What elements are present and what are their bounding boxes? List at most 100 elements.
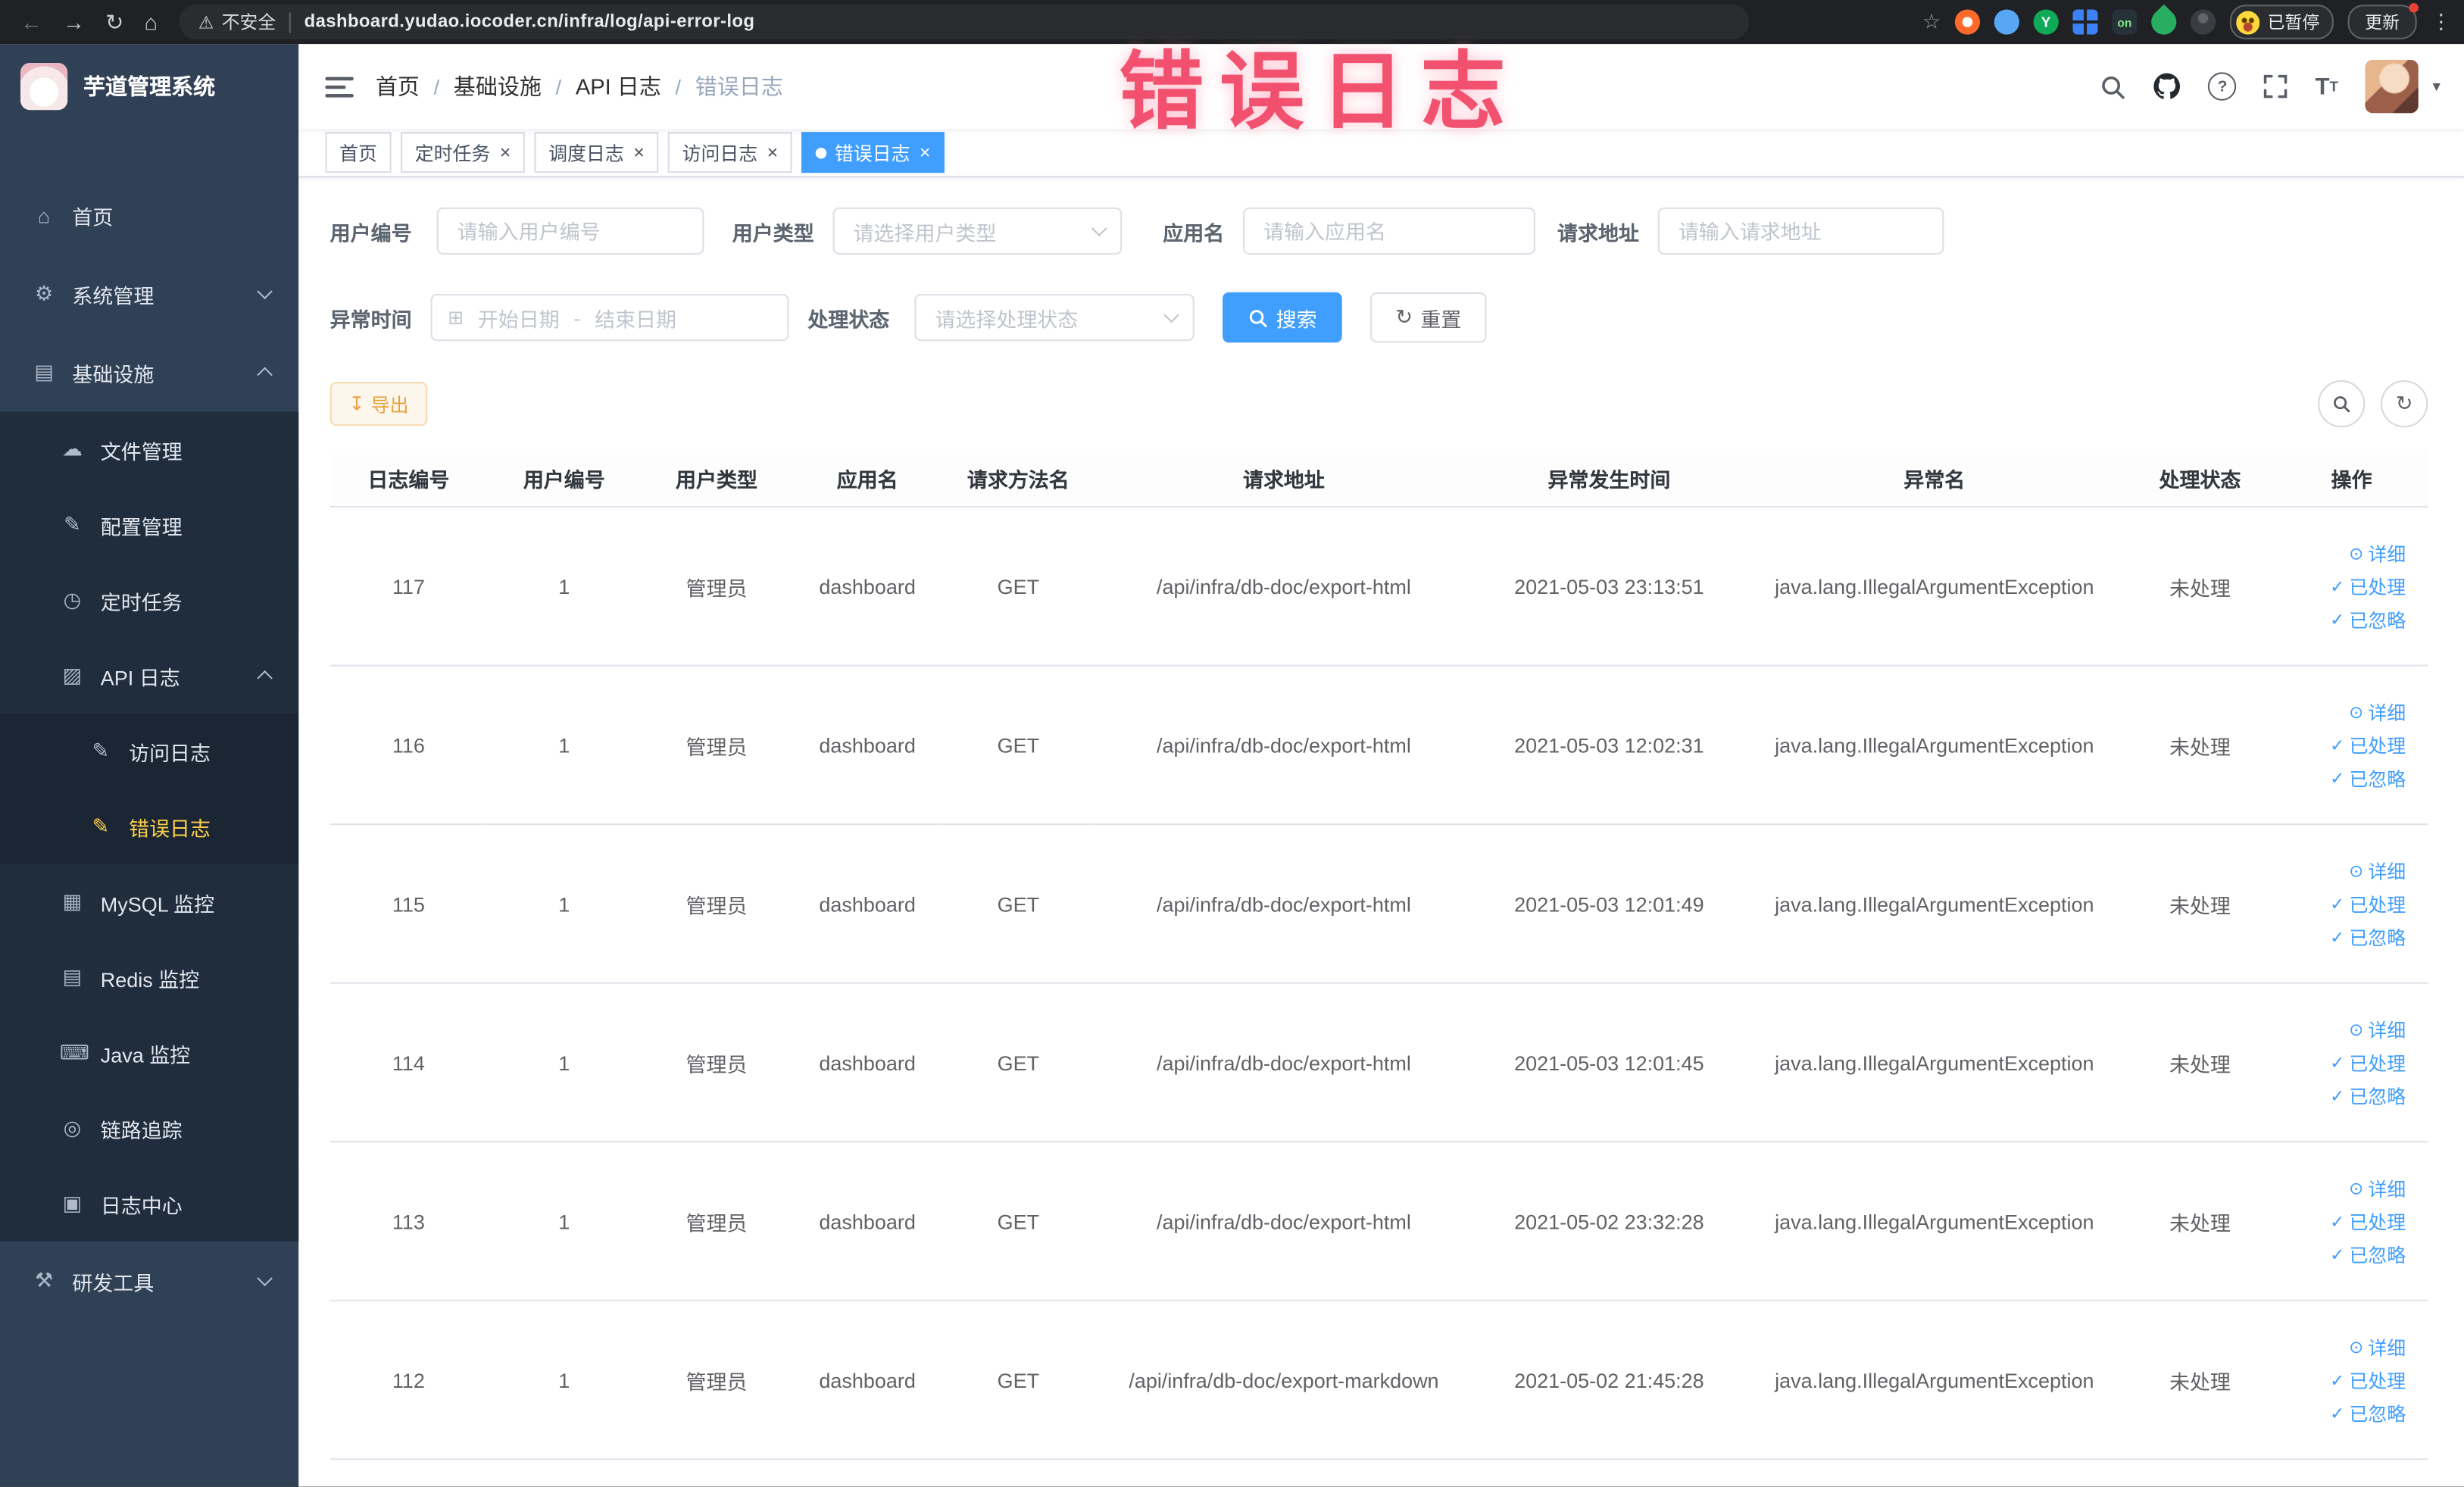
extension-orange-icon[interactable] [1954,9,1981,35]
mark-processed-link[interactable]: ✓ 已处理 [2330,1049,2406,1076]
github-icon[interactable] [2153,72,2181,100]
mark-processed-link[interactable]: ✓ 已处理 [2330,890,2406,917]
sidebar-item-system-management[interactable]: ⚙ 系统管理 [0,255,298,333]
mark-ignored-link[interactable]: ✓ 已忽略 [2330,923,2406,950]
detail-link[interactable]: ⊙ 详细 [2349,540,2406,567]
browser-reload-icon[interactable]: ↻ [105,0,123,44]
browser-forward-icon[interactable]: → [63,0,85,44]
col-app-name: 应用名 [792,449,943,508]
exception-time-range-picker[interactable]: ⊞ 开始日期 - 结束日期 [430,293,789,342]
sidebar-item-redis-monitor[interactable]: ▤ Redis 监控 [0,939,299,1016]
search-icon[interactable] [2100,73,2126,99]
detail-link[interactable]: ⊙ 详细 [2349,1175,2406,1201]
extension-y-icon[interactable]: Y [2033,9,2059,35]
reset-button[interactable]: ↻ 重置 [1370,292,1487,343]
browser-home-icon[interactable]: ⌂ [144,0,158,44]
breadcrumb-infrastructure[interactable]: 基础设施 [454,70,542,102]
error-log-table: 日志编号 用户编号 用户类型 应用名 请求方法名 请求地址 异常发生时间 异常名… [329,449,2428,1460]
close-icon[interactable]: × [920,143,931,162]
breadcrumb-home[interactable]: 首页 [376,70,420,102]
mark-processed-link[interactable]: ✓ 已处理 [2330,1207,2406,1234]
cell-url: /api/infra/db-doc/export-html [1093,982,1474,1143]
sidebar-item-dev-tools[interactable]: ⚒ 研发工具 [0,1242,298,1320]
cell-user-type: 管理员 [641,1142,792,1301]
tab-scheduler-log[interactable]: 调度日志 × [534,132,659,173]
browser-update-button[interactable]: 更新 [2347,3,2419,39]
mark-processed-link[interactable]: ✓ 已处理 [2330,1367,2406,1393]
sidebar-item-config-management[interactable]: ✎ 配置管理 [0,487,299,563]
tab-access-log[interactable]: 访问日志 × [667,132,792,173]
cell-url: /api/infra/db-doc/export-markdown [1093,1300,1474,1460]
sidebar-item-access-log[interactable]: ✎ 访问日志 [0,713,299,789]
browser-menu-icon[interactable]: ⋮ [2431,9,2451,34]
process-status-select[interactable]: 请选择处理状态 [914,293,1195,342]
close-icon[interactable]: × [767,143,779,162]
sidebar-item-log-center[interactable]: ▣ 日志中心 [0,1166,299,1242]
sidebar-item-label: API 日志 [100,665,180,689]
close-icon[interactable]: × [633,143,645,162]
search-button[interactable]: 搜索 [1223,292,1342,343]
bookmark-star-icon[interactable]: ☆ [1922,9,1941,34]
user-type-select[interactable]: 请选择用户类型 [832,207,1123,255]
sidebar-item-label: MySQL 监控 [100,892,215,916]
font-size-icon[interactable]: TT [2316,75,2338,98]
sidebar-item-scheduled-tasks[interactable]: ◷ 定时任务 [0,562,299,639]
breadcrumb-api-logs[interactable]: API 日志 [576,70,661,102]
check-icon: ✓ [2330,895,2345,914]
help-icon[interactable]: ? [2208,72,2237,101]
sidebar-item-file-management[interactable]: ☁ 文件管理 [0,411,299,488]
app-name-label: 应用名 [1163,220,1225,245]
security-label[interactable]: 不安全 [222,9,276,34]
app-name-input[interactable] [1243,207,1535,255]
sidebar-item-java-monitor[interactable]: ⌨ Java 监控 [0,1015,299,1091]
reset-icon: ↻ [1395,305,1413,329]
request-url-input[interactable] [1657,207,1944,255]
detail-link[interactable]: ⊙ 详细 [2349,858,2406,884]
sidebar-item-link-tracing[interactable]: ◎ 链路追踪 [0,1090,299,1167]
mark-ignored-link[interactable]: ✓ 已忽略 [2330,1399,2406,1426]
export-button[interactable]: ↧ 导出 [329,382,428,426]
download-icon: ↧ [348,392,365,415]
sidebar-toggle-icon[interactable] [325,75,354,98]
toggle-search-button[interactable] [2318,380,2366,428]
mark-processed-link[interactable]: ✓ 已处理 [2330,573,2406,599]
cell-status: 未处理 [2124,1300,2276,1460]
browser-back-icon[interactable]: ← [20,0,42,44]
sidebar-item-error-log[interactable]: ✎ 错误日志 [0,789,299,865]
cell-app: dashboard [792,982,943,1143]
sidebar: 芋道管理系统 ⌂ 首页 ⚙ 系统管理 ▤ 基础设施 ☁ 文件管理 ✎ 配置管理 … [0,44,299,1487]
address-bar[interactable]: ⚠ 不安全 dashboard.yudao.iocoder.cn/infra/l… [179,5,1750,39]
profile-paused-badge[interactable]: 已暂停 [2229,5,2334,39]
sidebar-item-home[interactable]: ⌂ 首页 [0,176,298,255]
tools-icon: ⚒ [34,1268,54,1292]
cell-log-id: 112 [329,1300,488,1460]
tab-error-log[interactable]: 错误日志 × [801,132,945,173]
sidebar-item-mysql-monitor[interactable]: ▦ MySQL 监控 [0,864,299,940]
extension-on-icon[interactable]: on [2112,9,2138,35]
user-id-input[interactable] [436,207,704,255]
fullscreen-icon[interactable] [2263,74,2288,99]
extension-paw-icon[interactable] [2191,9,2216,35]
mark-ignored-link[interactable]: ✓ 已忽略 [2330,606,2406,633]
app-logo[interactable]: 芋道管理系统 [0,44,298,129]
extension-drop-icon[interactable] [1994,9,2019,35]
user-avatar[interactable] [2365,59,2419,114]
extension-grid-icon[interactable] [2072,9,2098,35]
detail-link[interactable]: ⊙ 详细 [2349,698,2406,725]
mark-ignored-link[interactable]: ✓ 已忽略 [2330,1241,2406,1267]
extension-leaf-icon[interactable] [2146,4,2182,40]
detail-link[interactable]: ⊙ 详细 [2349,1333,2406,1360]
mark-processed-link[interactable]: ✓ 已处理 [2330,732,2406,758]
tab-home[interactable]: 首页 [325,132,392,173]
close-icon[interactable]: × [500,143,511,162]
tab-scheduled-tasks[interactable]: 定时任务 × [401,132,526,173]
mark-ignored-link[interactable]: ✓ 已忽略 [2330,1082,2406,1108]
sidebar-item-api-logs[interactable]: ▨ API 日志 [0,638,299,714]
avatar-caret-icon[interactable]: ▾ [2432,78,2440,95]
cell-method: GET [942,982,1094,1143]
page-url[interactable]: dashboard.yudao.iocoder.cn/infra/log/api… [304,13,755,32]
mark-ignored-link[interactable]: ✓ 已忽略 [2330,764,2406,791]
sidebar-item-infrastructure[interactable]: ▤ 基础设施 [0,333,298,412]
detail-link[interactable]: ⊙ 详细 [2349,1016,2406,1042]
refresh-table-button[interactable]: ↻ [2381,380,2428,428]
